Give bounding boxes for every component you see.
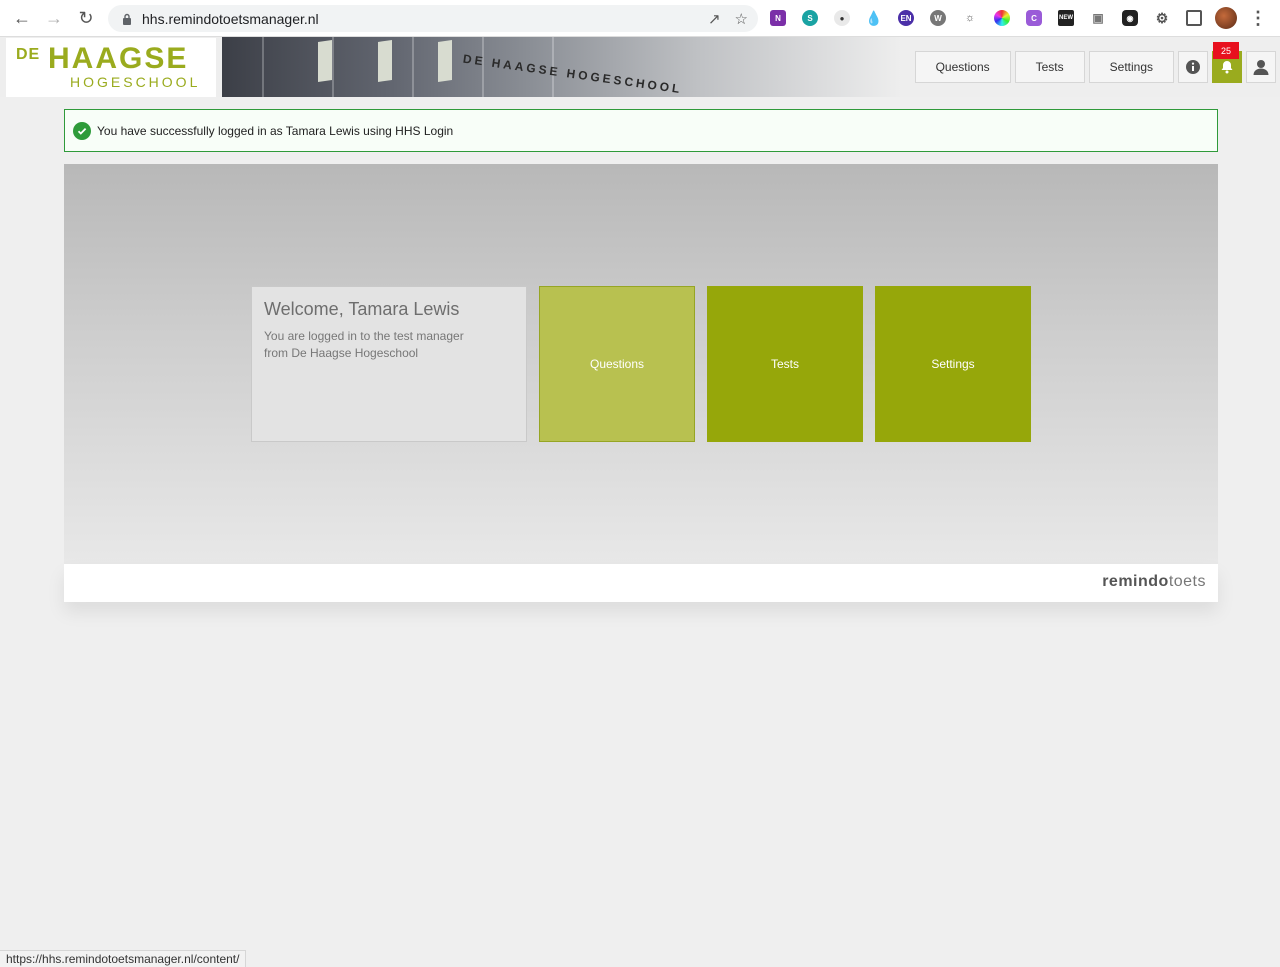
camera-extension-icon[interactable]: ▣ bbox=[1086, 6, 1110, 30]
tests-tile[interactable]: Tests bbox=[707, 286, 863, 442]
c-extension-icon[interactable]: C bbox=[1022, 6, 1046, 30]
glasses-extension-icon[interactable]: ☼ bbox=[958, 6, 982, 30]
login-success-alert: You have successfully logged in as Tamar… bbox=[64, 109, 1218, 152]
notifications-button[interactable]: 25 bbox=[1212, 42, 1242, 83]
share-icon[interactable]: ↗ bbox=[708, 10, 721, 28]
banner-sign-text: DE HAAGSE HOGESCHOOL bbox=[462, 51, 684, 97]
bookmark-star-icon[interactable]: ☆ bbox=[735, 10, 748, 28]
questions-tile[interactable]: Questions bbox=[539, 286, 695, 442]
reload-icon[interactable]: ↻ bbox=[70, 2, 102, 34]
browser-toolbar: ← → ↻ hhs.remindotoetsmanager.nl ↗ ☆ N S… bbox=[0, 0, 1280, 37]
app-header: DE HAAGSE HOGESCHOOL DE HAAGSE HOGESCHOO… bbox=[0, 37, 1280, 97]
status-bar-url: https://hhs.remindotoetsmanager.nl/conte… bbox=[0, 950, 247, 967]
user-icon bbox=[1253, 60, 1269, 75]
info-button[interactable] bbox=[1178, 51, 1208, 83]
welcome-card: Welcome, Tamara Lewis You are logged in … bbox=[251, 286, 527, 442]
welcome-subtitle: You are logged in to the test manager fr… bbox=[264, 329, 464, 360]
color-picker-extension-icon[interactable] bbox=[990, 6, 1014, 30]
forward-icon[interactable]: → bbox=[38, 2, 70, 34]
panda-extension-icon[interactable]: ● bbox=[830, 6, 854, 30]
en-extension-icon[interactable]: EN bbox=[894, 6, 918, 30]
teal-extension-icon[interactable]: S bbox=[798, 6, 822, 30]
bell-icon bbox=[1221, 61, 1233, 74]
nav-questions[interactable]: Questions bbox=[914, 51, 1011, 83]
settings-tile-label: Settings bbox=[931, 357, 975, 371]
questions-tile-label: Questions bbox=[589, 357, 645, 371]
user-menu-button[interactable] bbox=[1246, 51, 1276, 83]
puzzle-extensions-icon[interactable]: ⚙ bbox=[1150, 6, 1174, 30]
lock-icon[interactable] bbox=[120, 12, 134, 26]
welcome-title: Welcome, Tamara Lewis bbox=[264, 299, 460, 319]
side-panel-icon[interactable] bbox=[1182, 6, 1206, 30]
browser-menu-icon[interactable]: ⋮ bbox=[1246, 6, 1270, 30]
drop-extension-icon[interactable]: 💧 bbox=[862, 6, 886, 30]
address-bar[interactable]: hhs.remindotoetsmanager.nl ↗ ☆ bbox=[108, 5, 758, 32]
profile-avatar[interactable] bbox=[1214, 6, 1238, 30]
header-banner-image: DE HAAGSE HOGESCHOOL bbox=[222, 37, 902, 97]
alert-message: You have successfully logged in as Tamar… bbox=[97, 123, 454, 138]
onenote-extension-icon[interactable]: N bbox=[766, 6, 790, 30]
top-navigation: Questions Tests Settings 25 bbox=[914, 37, 1280, 97]
nav-tests[interactable]: Tests bbox=[1014, 51, 1085, 83]
info-icon bbox=[1186, 60, 1200, 74]
tests-tile-label: Tests bbox=[770, 357, 799, 371]
settings-tile[interactable]: Settings bbox=[875, 286, 1031, 442]
footer-bar: remindotoets bbox=[64, 564, 1218, 602]
nav-settings[interactable]: Settings bbox=[1088, 51, 1174, 83]
extensions-bar: N S ● 💧 EN W ☼ C NEW ▣ ◉ ⚙ ⋮ bbox=[766, 6, 1270, 30]
notification-count-badge: 25 bbox=[1213, 42, 1239, 59]
back-icon[interactable]: ← bbox=[6, 2, 38, 34]
new-extension-icon[interactable]: NEW bbox=[1054, 6, 1078, 30]
check-circle-icon bbox=[73, 121, 91, 140]
dashboard-panel: Welcome, Tamara Lewis You are logged in … bbox=[64, 164, 1218, 564]
url-text[interactable]: hhs.remindotoetsmanager.nl bbox=[142, 11, 319, 27]
hhs-logo[interactable]: DE HAAGSE HOGESCHOOL bbox=[6, 38, 216, 97]
remindotoets-logo: remindotoets bbox=[1102, 573, 1206, 590]
mask-extension-icon[interactable]: ◉ bbox=[1118, 6, 1142, 30]
w-extension-icon[interactable]: W bbox=[926, 6, 950, 30]
